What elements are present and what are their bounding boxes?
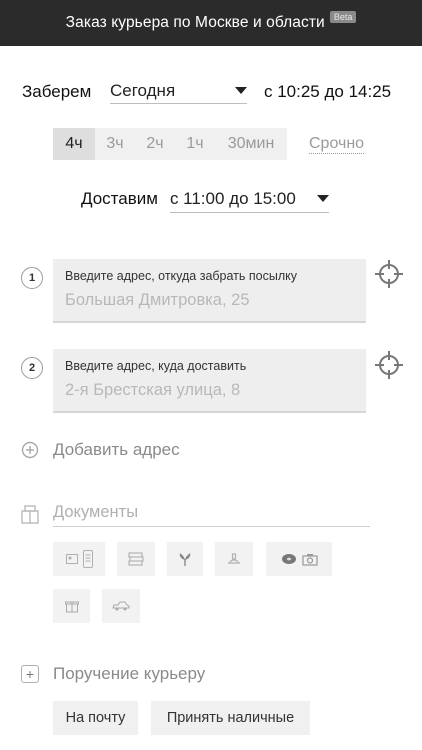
category-flowers-button[interactable] xyxy=(167,542,203,576)
pickup-address-input[interactable] xyxy=(65,291,355,310)
urgent-link[interactable]: Срочно xyxy=(309,135,365,154)
category-auto-button[interactable] xyxy=(102,589,140,623)
add-address-label: Добавить адрес xyxy=(53,440,180,459)
duration-2h-button[interactable]: 2ч xyxy=(135,128,175,160)
pickup-day-value: Сегодня xyxy=(110,80,176,100)
address-number-badge: 1 xyxy=(21,267,43,289)
pickup-row: Заберем Сегодня с 10:25 до 14:25 xyxy=(22,80,400,104)
plus-icon[interactable]: + xyxy=(21,665,39,683)
delivery-time-value: с 11:00 до 15:00 xyxy=(169,188,296,208)
category-electronics-button[interactable] xyxy=(266,542,332,576)
task-post-office-chip[interactable]: На почту xyxy=(53,701,138,735)
pickup-label: Заберем xyxy=(22,82,92,101)
crosshair-icon[interactable] xyxy=(374,350,404,380)
duration-4h-button[interactable]: 4ч xyxy=(53,128,95,160)
documents-field[interactable] xyxy=(53,503,370,527)
crosshair-icon[interactable] xyxy=(374,259,404,289)
duration-3h-button[interactable]: 3ч xyxy=(95,128,135,160)
delivery-address-input[interactable] xyxy=(65,381,355,400)
add-address-button[interactable]: Добавить адрес xyxy=(21,440,180,460)
delivery-label: Доставим xyxy=(81,189,158,208)
camera-icon xyxy=(301,554,318,566)
disc-icon xyxy=(281,554,296,564)
header-bar: Заказ курьера по Москве и области Beta xyxy=(0,0,422,46)
id-card-icon xyxy=(65,554,78,564)
package-icon xyxy=(21,505,39,524)
pickup-time-range: с 10:25 до 14:25 xyxy=(264,82,392,101)
pickup-address-label: Введите адрес, откуда забрать посылку xyxy=(65,269,298,283)
page-title: Заказ курьера по Москве и области xyxy=(65,14,325,31)
gift-icon xyxy=(64,601,79,613)
documents-input[interactable] xyxy=(53,503,370,522)
category-gifts-button[interactable] xyxy=(53,589,90,623)
food-icon xyxy=(228,553,240,564)
beta-badge: Beta xyxy=(329,11,357,23)
courier-task-row: + Поручение курьеру xyxy=(21,664,205,684)
duration-30min-button[interactable]: 30мин xyxy=(215,128,287,160)
flower-icon xyxy=(179,553,191,566)
duration-toggle-group: 4ч 3ч 2ч 1ч 30мин xyxy=(53,128,287,160)
delivery-address-label: Введите адрес, куда доставить xyxy=(65,359,247,373)
pickup-address-field[interactable]: Введите адрес, откуда забрать посылку xyxy=(53,259,366,323)
category-food-button[interactable] xyxy=(215,542,253,576)
category-books-button[interactable] xyxy=(117,542,155,576)
duration-row: 4ч 3ч 2ч 1ч 30мин Срочно xyxy=(53,128,365,160)
car-icon xyxy=(112,601,130,611)
task-accept-cash-chip[interactable]: Принять наличные xyxy=(151,701,310,735)
books-icon xyxy=(128,552,144,566)
pickup-day-select[interactable]: Сегодня xyxy=(110,78,247,104)
chevron-down-icon xyxy=(235,87,247,94)
phone-icon xyxy=(82,550,93,568)
courier-task-label: Поручение курьеру xyxy=(53,664,206,683)
delivery-row: Доставим с 11:00 до 15:00 xyxy=(81,185,329,213)
chevron-down-icon xyxy=(316,195,329,202)
duration-1h-button[interactable]: 1ч xyxy=(175,128,215,160)
address-number-badge: 2 xyxy=(21,357,43,379)
delivery-address-field[interactable]: Введите адрес, куда доставить xyxy=(53,349,366,413)
delivery-time-select[interactable]: с 11:00 до 15:00 xyxy=(169,185,329,213)
add-circle-icon xyxy=(21,441,39,459)
category-documents-button[interactable] xyxy=(53,542,105,576)
